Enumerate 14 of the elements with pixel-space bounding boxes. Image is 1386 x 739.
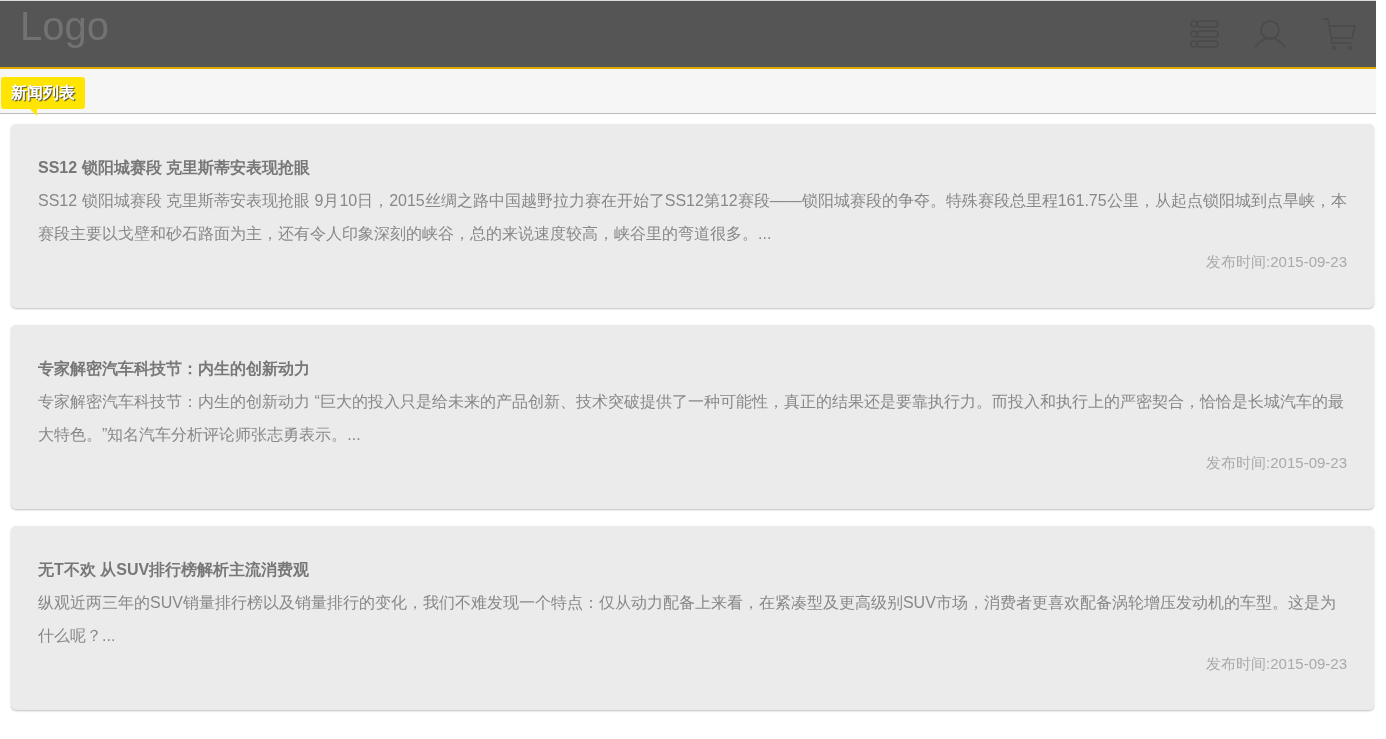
news-title[interactable]: SS12 锁阳城赛段 克里斯蒂安表现抢眼 (38, 156, 1347, 180)
news-summary: SS12 锁阳城赛段 克里斯蒂安表现抢眼 9月10日，2015丝绸之路中国越野拉力赛在开始了SS12第12赛段——锁阳城赛段的争夺。特殊赛段总里程161.75公里，从起点锁阳城到点旱峡，本赛段主要以戈壁和砂石路面为主，还有令人印象深刻的峡谷，总的来说速度较高，峡谷里的弯道很多。... (38, 191, 1347, 244)
publish-date: 发布时间:2015-09-23 (1206, 654, 1347, 674)
section-tag: 新闻列表 (1, 77, 85, 109)
publish-date: 发布时间:2015-09-23 (1206, 252, 1347, 272)
news-title[interactable]: 专家解密汽车科技节：内生的创新动力 (38, 357, 1347, 381)
news-card[interactable]: SS12 锁阳城赛段 克里斯蒂安表现抢眼 SS12 锁阳城赛段 克里斯蒂安表现抢眼 9月10日，2015丝绸之路中国越野拉力赛在开始了SS12第12赛段——锁阳城赛段的争夺。特殊赛段总里程161.75公里，从起点锁阳城到点旱峡，本赛段主要以戈壁和砂石路面为主，还有令人印象深刻的峡谷，总的来说速度较高，峡谷里的弯道很多。... 发布时间:2015-09-23 (11, 124, 1374, 308)
news-card[interactable]: 专家解密汽车科技节：内生的创新动力 专家解密汽车科技节：内生的创新动力 “巨大的投入只是给未来的产品创新、技术突破提供了一种可能性，真正的结果还是要靠执行力。而投入和执行上的严密契合，恰恰是长城汽车的最大特色。”知名汽车分析评论师张志勇表示。... 发布时间:2015-09-23 (11, 325, 1374, 509)
news-summary: 专家解密汽车科技节：内生的创新动力 “巨大的投入只是给未来的产品创新、技术突破提供了一种可能性，真正的结果还是要靠执行力。而投入和执行上的严密契合，恰恰是长城汽车的最大特色。”知名汽车分析评论师张志勇表示。... (38, 392, 1345, 445)
tag-pointer (29, 108, 37, 116)
publish-date: 发布时间:2015-09-23 (1206, 453, 1347, 473)
news-summary: 纵观近两三年的SUV销量排行榜以及销量排行的变化，我们不难发现一个特点：仅从动力配备上来看，在紧凑型及更高级别SUV市场，消费者更喜欢配备涡轮增压发动机的车型。这是为什么呢？... (38, 593, 1337, 646)
news-card[interactable]: 无T不欢 从SUV排行榜解析主流消费观 纵观近两三年的SUV销量排行榜以及销量排行的变化，我们不难发现一个特点：仅从动力配备上来看，在紧凑型及更高级别SUV市场，消费者更喜欢配备涡轮增压发动机的车型。这是为什么呢？... 发布时间:2015-09-23 (11, 526, 1374, 710)
news-title[interactable]: 无T不欢 从SUV排行榜解析主流消费观 (38, 558, 1347, 582)
